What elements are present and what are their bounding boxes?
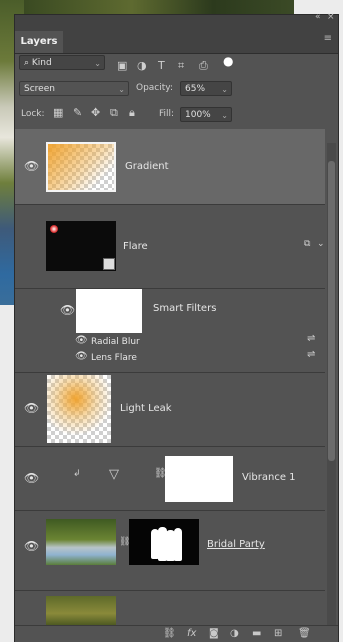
link-icon[interactable]: ⛓ [163,628,176,639]
clip-arrow-icon: ↲ [73,469,81,479]
trash-icon[interactable]: 🗑︎ [298,628,311,639]
shape-filter-icon[interactable]: ⌗ [178,59,184,73]
flare-thumbnail [46,221,116,271]
light-leak-thumbnail [47,375,111,443]
layers-scrollbar[interactable] [327,143,336,631]
scrollbar-thumb[interactable] [328,161,335,461]
filter-options-icon[interactable]: ⇌ [307,333,315,344]
layer-name[interactable]: Light Leak [120,403,172,414]
folder-icon[interactable]: ▬ [252,628,261,639]
lock-position-icon[interactable]: ✥ [91,106,100,119]
lock-artboard-icon[interactable]: ⧉ [110,106,118,120]
partial-layer-thumbnail [46,596,116,625]
fill-label: Fill: [159,109,175,119]
kind-filter-dropdown[interactable]: ⌕ Kind ⌄ [19,55,105,70]
layers-bottom-toolbar: ⛓ fx ◙ ◑ ▬ ⊞ 🗑︎ [15,625,338,642]
layer-row-bridal-party[interactable]: 👁︎ ⛓ Bridal Party [15,511,325,591]
mask-icon[interactable]: ◙ [209,628,219,639]
radial-blur-filter[interactable]: Radial Blur [91,337,140,347]
background-photo-strip [24,0,294,14]
eye-icon[interactable]: 👁︎ [75,351,88,362]
eye-icon[interactable]: 👁︎ [24,471,39,485]
layers-panel: « × Layers ≡ ⌕ Kind ⌄ ▣ ◑ T ⌗ ⎙ ● Screen… [14,12,339,642]
smart-filter-mask-thumbnail[interactable] [76,289,142,333]
lock-transparent-icon[interactable]: ▦ [53,106,63,119]
image-filter-icon[interactable]: ▣ [117,59,127,72]
bridal-party-mask-thumbnail[interactable] [129,519,199,565]
eye-icon[interactable]: 👁︎ [24,159,39,173]
close-icon[interactable]: × [327,12,335,22]
lock-all-icon[interactable]: 🔒︎ [129,106,135,120]
collapse-icon[interactable]: « [315,12,321,22]
blend-mode-dropdown[interactable]: Screen ⌄ [19,81,129,96]
smart-filters-group: 👁︎ Smart Filters 👁︎ Radial Blur ⇌ 👁︎ Len… [15,289,325,373]
lens-flare-filter[interactable]: Lens Flare [91,353,137,363]
search-icon: ⌕ [24,58,32,68]
layer-name[interactable]: Bridal Party [207,539,265,550]
layer-row-flare[interactable]: Flare ⧉ ⌄ [15,205,325,289]
chevron-down-icon: ⌄ [94,59,101,68]
layer-row-light-leak[interactable]: 👁︎ Light Leak [15,373,325,447]
smart-filters-label[interactable]: Smart Filters [153,303,216,314]
chevron-down-icon: ⌄ [221,85,228,94]
chevron-down-icon: ⌄ [118,85,125,94]
smart-object-icon: ⧉ [304,239,311,249]
blend-mode-value: Screen [24,84,55,94]
layer-name[interactable]: Flare [123,241,148,252]
panel-menu-icon[interactable]: ≡ [324,33,332,44]
fill-value: 100% [185,110,211,120]
opacity-field[interactable]: 65% ⌄ [180,81,232,96]
eye-icon[interactable]: 👁︎ [24,401,39,415]
layer-row-gradient[interactable]: 👁︎ Gradient [15,129,325,205]
filter-options-icon[interactable]: ⇌ [307,349,315,360]
vibrance-adjustment-icon: ▽ [109,467,119,482]
fx-icon[interactable]: fx [187,628,196,639]
opacity-value: 65% [185,84,206,94]
layer-row-vibrance[interactable]: 👁︎ ↲ ▽ ⛓ Vibrance 1 [15,447,325,511]
type-filter-icon[interactable]: T [158,59,165,72]
eye-icon[interactable]: 👁︎ [24,539,39,553]
chevron-down-icon[interactable]: ⌄ [317,239,325,249]
smartobject-filter-icon[interactable]: ⎙ [199,59,208,73]
lock-label: Lock: [21,109,45,119]
opacity-label: Opacity: [136,83,173,93]
filter-toggle-dot[interactable]: ● [223,54,233,68]
vibrance-mask-thumbnail[interactable] [165,456,233,502]
tab-layers[interactable]: Layers [15,31,63,53]
layer-row-partial[interactable] [15,591,325,625]
kind-label: Kind [31,58,52,68]
eye-icon[interactable]: 👁︎ [75,335,88,346]
chevron-down-icon: ⌄ [221,111,228,120]
lock-brush-icon[interactable]: ✎ [73,106,82,119]
eye-icon[interactable]: 👁︎ [60,303,75,317]
layer-name[interactable]: Vibrance 1 [242,472,296,483]
adjustment-icon[interactable]: ◑ [230,628,239,639]
fill-field[interactable]: 100% ⌄ [180,107,232,122]
layer-name[interactable]: Gradient [125,161,169,172]
panel-top-strip: « × [15,12,338,25]
gradient-thumbnail [46,142,116,192]
adjustment-filter-icon[interactable]: ◑ [137,59,147,72]
new-layer-icon[interactable]: ⊞ [274,628,282,639]
panel-tab-bar: Layers ≡ [15,25,338,54]
bridal-party-photo-thumbnail [46,519,116,565]
